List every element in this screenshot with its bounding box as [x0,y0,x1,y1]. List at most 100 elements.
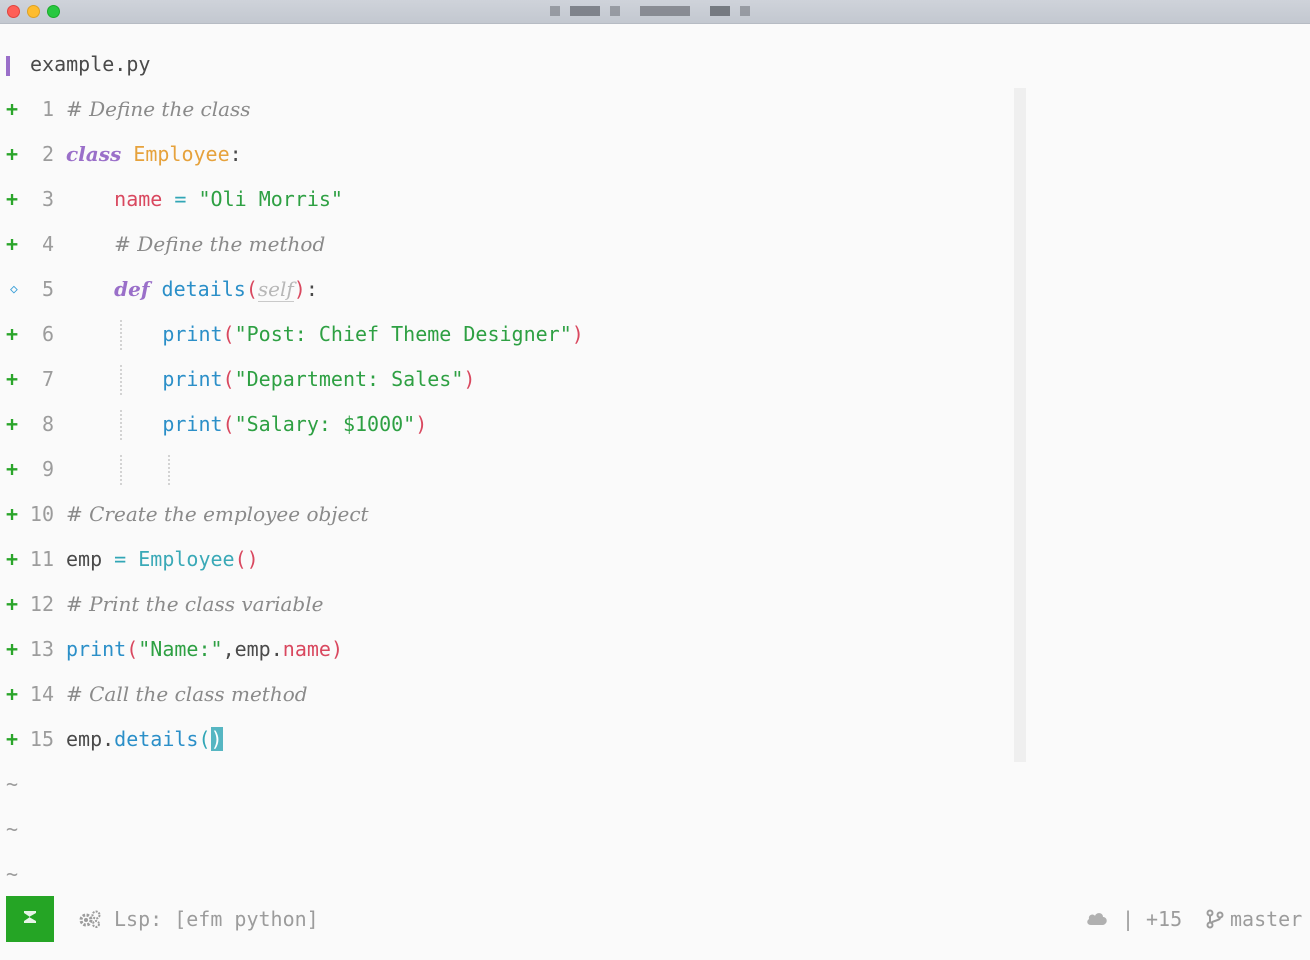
line-number: 8 [41,412,54,436]
code-line[interactable]: +7 print("Department: Sales") [0,357,1010,402]
git-modified-sign: ◇ [10,282,18,297]
line-code: # Define the method [66,222,325,267]
git-added-sign: + [6,232,19,256]
line-code: class Employee: [66,132,242,177]
line-code: name = "Oli Morris" [66,177,343,222]
code-token: ,emp. [222,637,283,661]
code-line[interactable]: +9 [0,447,1010,492]
git-branch-icon [1206,909,1224,929]
line-number: 1 [41,97,54,121]
code-token: "Department: Sales" [234,367,464,391]
code-line[interactable]: +10 # Create the employee object [0,492,1010,537]
code-token: name [282,637,331,661]
line-number: 9 [41,457,54,481]
diff-added-count: +15 [1146,907,1183,931]
line-number: 15 [29,727,54,751]
code-token: ( [198,727,211,751]
code-line[interactable]: +6 print("Post: Chief Theme Designer") [0,312,1010,357]
code-token: name [114,187,163,211]
code-line[interactable]: +15 emp.details() [0,717,1010,762]
code-token: () [234,547,259,571]
status-line: Lsp: [efm python] | +15 master [0,896,1310,942]
line-code: emp.details() [66,717,223,762]
git-added-sign: + [6,592,19,616]
code-token: print [162,412,223,436]
code-token: print [66,637,127,661]
git-added-sign: + [6,367,19,391]
git-added-sign: + [6,412,19,436]
code-line[interactable]: +8 print("Salary: $1000") [0,402,1010,447]
line-code: print("Post: Chief Theme Designer") [66,312,584,357]
code-token: ) [571,322,584,346]
window-titlebar [0,0,1310,24]
code-token: # Define the method [114,232,326,256]
indent-guide [120,455,122,485]
line-number: 2 [41,142,54,166]
code-token: = [114,547,127,571]
line-number: 4 [41,232,54,256]
line-number: 13 [29,637,54,661]
git-added-sign: + [6,547,19,571]
zoom-window-button[interactable] [47,5,60,18]
code-token: self [257,277,294,302]
indent-guide [120,320,122,350]
file-name[interactable]: example.py [30,42,150,87]
code-token: "Name:" [138,637,223,661]
code-token: ) [330,637,343,661]
git-added-sign: + [6,502,19,526]
code-line[interactable]: +11 emp = Employee() [0,537,1010,582]
git-branch-name[interactable]: master [1230,896,1302,942]
code-token: emp. [66,727,115,751]
status-separator: | [1122,907,1135,931]
code-token: ( [222,412,235,436]
minimize-window-button[interactable] [27,5,40,18]
code-token: # Create the employee object [66,502,369,526]
code-token: ) [463,367,476,391]
code-token: emp [66,547,115,571]
line-number: 10 [29,502,54,526]
empty-line-marker: ~ [6,772,19,796]
code-line[interactable]: +14 # Call the class method [0,672,1010,717]
code-line[interactable]: +2 class Employee: [0,132,1010,177]
mode-icon [24,911,36,923]
window-title-redacted [550,6,560,16]
git-added-sign: + [6,727,19,751]
close-window-button[interactable] [7,5,20,18]
code-token: ) [293,277,306,301]
window-title-redacted [740,6,750,16]
code-line[interactable]: +3 name = "Oli Morris" [0,177,1010,222]
git-added-sign: + [6,637,19,661]
git-added-sign: + [6,457,19,481]
line-code: print("Name:",emp.name) [66,627,343,672]
lsp-status[interactable]: Lsp: [efm python] [114,896,319,942]
code-token: : [305,277,318,301]
code-line[interactable]: +4 # Define the method [0,222,1010,267]
indent-guide [120,410,122,440]
active-buffer-indicator [6,56,10,76]
code-token: details [114,727,199,751]
window-title-redacted [570,6,600,16]
code-token: ( [126,637,139,661]
code-token: ( [245,277,258,301]
line-code: # Define the class [66,87,251,132]
code-line[interactable]: ◇ 5 def details(self): [0,267,1010,312]
git-added-sign: + [6,187,19,211]
code-line[interactable]: +12 # Print the class variable [0,582,1010,627]
git-added-sign: + [6,142,19,166]
empty-line-marker: ~ [6,817,19,841]
gear-icon [79,910,101,928]
editor-scrollbar[interactable] [1014,88,1026,762]
line-number: 11 [29,547,54,571]
code-line[interactable]: +13 print("Name:",emp.name) [0,627,1010,672]
empty-line-marker: ~ [6,862,19,886]
git-added-sign: + [6,97,19,121]
code-token: "Oli Morris" [198,187,343,211]
code-line[interactable]: +1 # Define the class [0,87,1010,132]
code-token: : [229,142,242,166]
